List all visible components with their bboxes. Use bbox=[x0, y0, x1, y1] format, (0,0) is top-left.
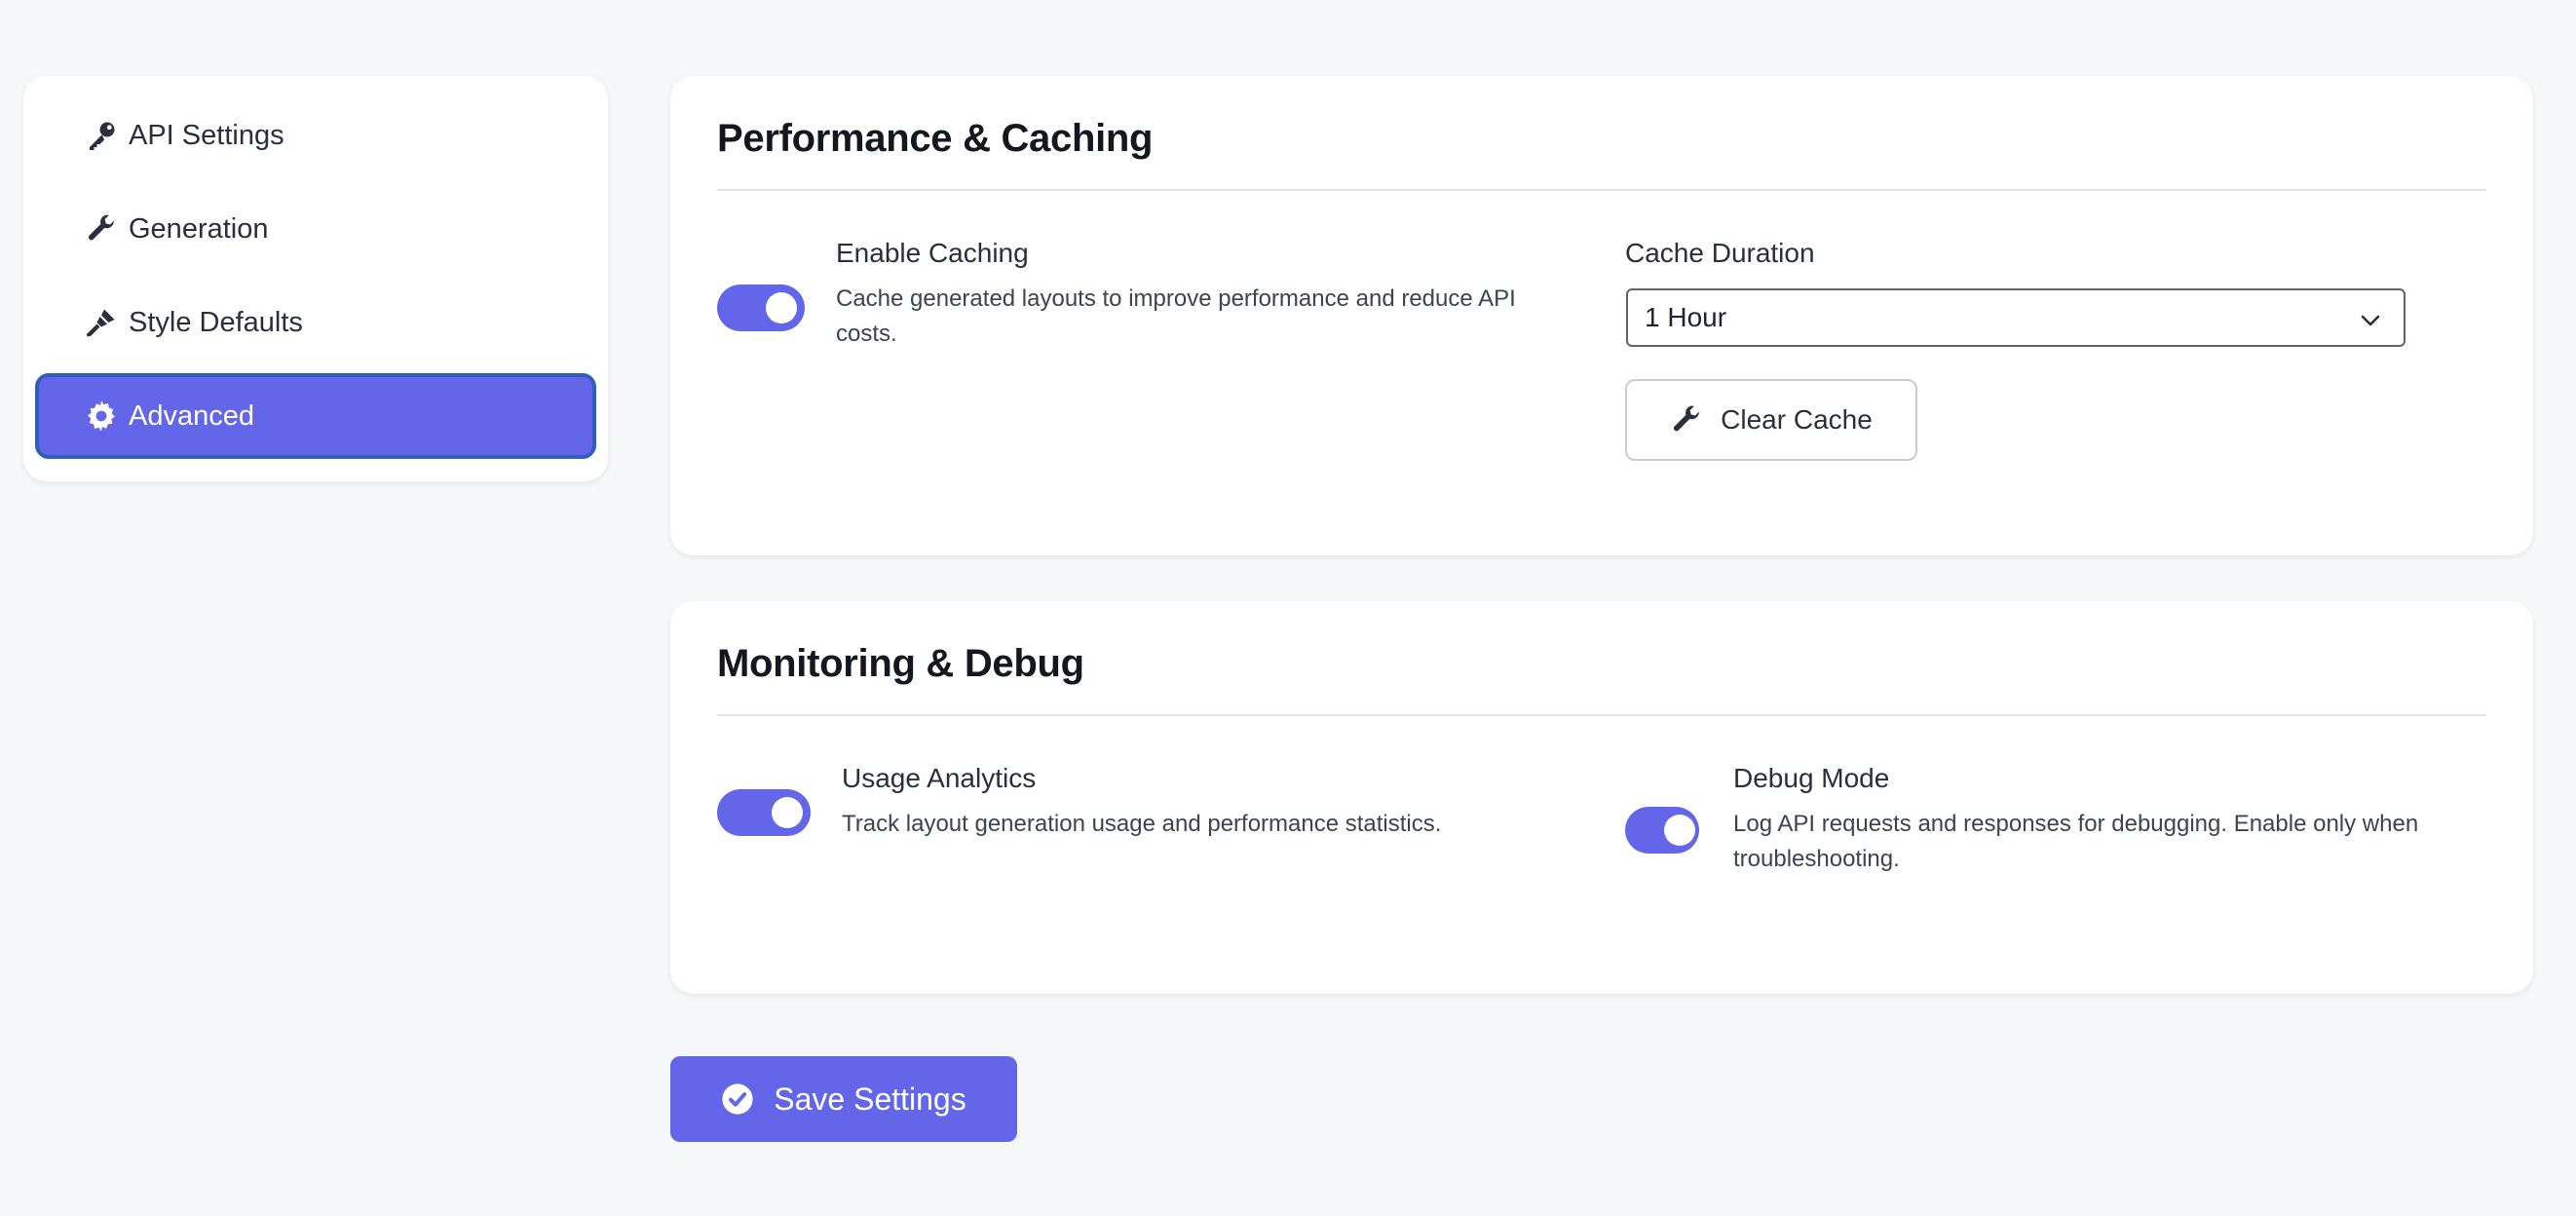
sidebar-item-label: Generation bbox=[129, 212, 269, 245]
paintbrush-icon bbox=[82, 303, 121, 342]
usage-analytics-toggle[interactable] bbox=[717, 789, 811, 836]
sidebar-item-api-settings[interactable]: API Settings bbox=[35, 93, 596, 178]
clear-cache-button[interactable]: Clear Cache bbox=[1625, 379, 1917, 461]
enable-caching-label: Enable Caching bbox=[836, 238, 1029, 268]
check-circle-icon bbox=[721, 1083, 754, 1116]
toggle-knob bbox=[772, 797, 803, 828]
toggle-knob bbox=[766, 292, 797, 323]
wrench-icon bbox=[1670, 403, 1703, 437]
debug-mode-description: Log API requests and responses for debug… bbox=[1733, 811, 2419, 872]
usage-analytics-label: Usage Analytics bbox=[842, 763, 1037, 793]
sidebar-item-style-defaults[interactable]: Style Defaults bbox=[35, 280, 596, 365]
section-divider bbox=[717, 189, 2486, 191]
cache-duration-label: Cache Duration bbox=[1625, 238, 1815, 268]
cache-duration-select[interactable]: 1 Hour bbox=[1626, 288, 2406, 347]
section-divider bbox=[717, 714, 2486, 716]
sidebar-item-label: Advanced bbox=[129, 399, 254, 432]
cache-duration-value: 1 Hour bbox=[1645, 302, 1727, 332]
usage-analytics-description: Track layout generation usage and perfor… bbox=[842, 811, 1442, 837]
clear-cache-label: Clear Cache bbox=[1721, 404, 1873, 435]
debug-mode-toggle[interactable] bbox=[1625, 807, 1699, 854]
debug-mode-label: Debug Mode bbox=[1733, 763, 1890, 793]
sidebar-item-advanced[interactable]: Advanced bbox=[35, 373, 596, 459]
settings-sidebar: API Settings Generation Style Defaults A… bbox=[23, 76, 608, 481]
sidebar-item-generation[interactable]: Generation bbox=[35, 186, 596, 272]
save-settings-label: Save Settings bbox=[774, 1081, 966, 1117]
section-title: Performance & Caching bbox=[717, 117, 1154, 160]
wrench-icon bbox=[82, 209, 121, 248]
save-settings-button[interactable]: Save Settings bbox=[670, 1056, 1017, 1142]
sidebar-item-label: API Settings bbox=[129, 119, 284, 151]
sidebar-item-label: Style Defaults bbox=[129, 306, 303, 338]
monitoring-debug-card: Monitoring & Debug Usage Analytics Track… bbox=[670, 601, 2533, 994]
performance-caching-card: Performance & Caching Enable Caching Cac… bbox=[670, 76, 2533, 555]
key-icon bbox=[82, 116, 121, 155]
gear-icon bbox=[82, 397, 121, 436]
toggle-knob bbox=[1664, 815, 1695, 846]
enable-caching-toggle[interactable] bbox=[717, 285, 805, 331]
chevron-down-icon bbox=[2359, 308, 2382, 339]
section-title: Monitoring & Debug bbox=[717, 642, 1084, 685]
enable-caching-description: Cache generated layouts to improve perfo… bbox=[836, 285, 1516, 347]
